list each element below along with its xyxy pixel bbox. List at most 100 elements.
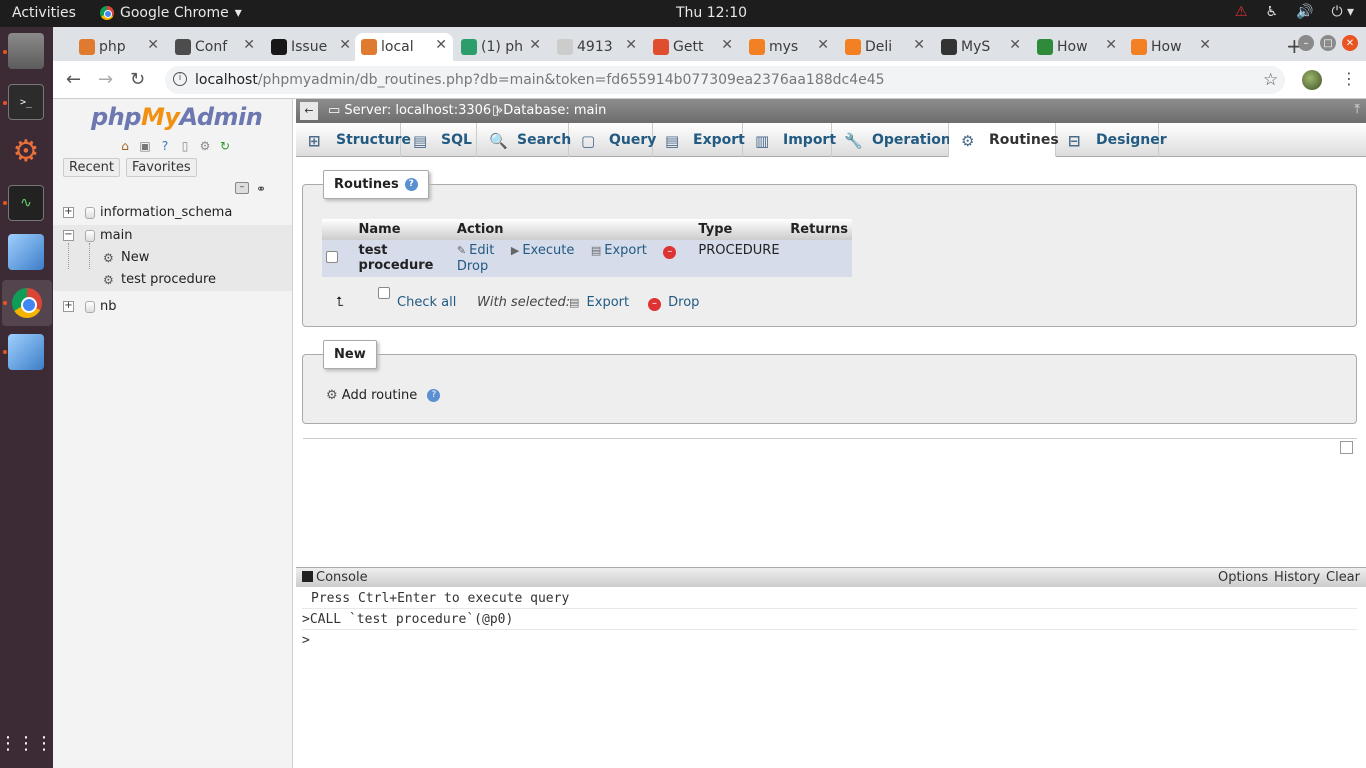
close-icon[interactable]: ✕ xyxy=(1342,35,1358,51)
settings-icon[interactable]: ⚙ xyxy=(197,138,213,154)
tree-item-label[interactable]: main xyxy=(100,228,132,243)
files-icon[interactable] xyxy=(8,33,44,69)
console-options-button[interactable]: Options xyxy=(1218,570,1268,585)
browser-tab[interactable]: php ✕ xyxy=(73,33,165,61)
info-icon[interactable]: i xyxy=(173,72,187,86)
browser-tab[interactable]: (1) ph ✕ xyxy=(455,33,547,61)
docs-icon[interactable]: ▯ xyxy=(177,138,193,154)
home-icon[interactable]: ⌂ xyxy=(117,138,133,154)
browser-tab[interactable]: 4913 ✕ xyxy=(551,33,643,61)
favorites-tab[interactable]: Favorites xyxy=(125,158,197,177)
minimize-icon[interactable]: – xyxy=(1298,35,1314,51)
close-tab-icon[interactable]: ✕ xyxy=(721,37,733,53)
browser-tab[interactable]: How ✕ xyxy=(1125,33,1217,61)
column-header-name[interactable]: Name xyxy=(354,219,453,240)
profile-avatar[interactable] xyxy=(1302,70,1322,90)
logout-icon[interactable]: ▣ xyxy=(137,138,153,154)
page-settings-icon[interactable] xyxy=(1340,441,1353,454)
tab-export[interactable]: ▤ Export xyxy=(653,123,745,157)
tree-item-information-schema[interactable]: + information_schema xyxy=(53,202,292,224)
clock[interactable]: Thu 12:10 xyxy=(676,5,747,21)
collapse-all-icon[interactable]: – xyxy=(235,182,249,194)
accessibility-icon[interactable]: ♿ xyxy=(1265,4,1278,20)
close-tab-icon[interactable]: ✕ xyxy=(1199,37,1211,53)
browser-tab[interactable]: Gett ✕ xyxy=(647,33,739,61)
power-icon[interactable]: ⏻ ▾ xyxy=(1331,4,1354,20)
close-tab-icon[interactable]: ✕ xyxy=(1009,37,1021,53)
collapse-top-icon[interactable]: ⤒ xyxy=(1354,102,1360,117)
collapse-icon[interactable]: − xyxy=(63,230,74,241)
expand-icon[interactable]: + xyxy=(63,207,74,218)
console-title[interactable]: Console xyxy=(316,570,368,585)
close-tab-icon[interactable]: ✕ xyxy=(435,37,447,53)
tab-operations[interactable]: 🔧 Operations xyxy=(832,123,959,157)
reload-icon[interactable]: ↻ xyxy=(217,138,233,154)
tree-item-test-procedure[interactable]: ⚙ test procedure xyxy=(53,269,292,291)
help-icon[interactable]: ? xyxy=(404,178,418,191)
tree-item-label[interactable]: test procedure xyxy=(121,272,216,287)
check-all-checkbox[interactable] xyxy=(378,287,390,303)
console-history-button[interactable]: History xyxy=(1274,570,1320,585)
maximize-icon[interactable]: □ xyxy=(1320,35,1336,51)
tab-routines[interactable]: ⚙ Routines xyxy=(949,123,1059,157)
browser-tab[interactable]: mys ✕ xyxy=(743,33,835,61)
close-tab-icon[interactable]: ✕ xyxy=(339,37,351,53)
execute-link[interactable]: ▶ Execute xyxy=(511,243,574,258)
volume-icon[interactable]: 🔊 xyxy=(1296,4,1313,20)
close-tab-icon[interactable]: ✕ xyxy=(243,37,255,53)
breadcrumb-database[interactable]: ▯ Database: main xyxy=(492,103,606,118)
virtualbox-icon[interactable] xyxy=(8,334,44,370)
address-bar[interactable]: i localhost/phpmyadmin/db_routines.php?d… xyxy=(165,66,1285,94)
column-header-type[interactable]: Type xyxy=(694,219,787,240)
settings-icon[interactable]: ⚙ xyxy=(8,133,44,169)
tree-item-label[interactable]: nb xyxy=(100,299,117,314)
browser-tab[interactable]: local ✕ xyxy=(355,33,453,61)
close-tab-icon[interactable]: ✕ xyxy=(529,37,541,53)
bookmark-star-icon[interactable]: ☆ xyxy=(1263,70,1278,90)
edit-link[interactable]: ✎ Edit xyxy=(457,243,494,258)
forward-icon[interactable]: → xyxy=(98,69,113,90)
phpmyadmin-logo[interactable]: phpMyAdmin xyxy=(91,103,263,131)
browser-tab[interactable]: Issue ✕ xyxy=(265,33,357,61)
terminal-icon[interactable]: >_ xyxy=(8,84,44,120)
breadcrumb-server[interactable]: ▭ Server: localhost:3306 » xyxy=(328,103,503,118)
activities-button[interactable]: Activities xyxy=(12,5,76,21)
tab-designer[interactable]: ⊟ Designer xyxy=(1056,123,1167,157)
system-monitor-icon[interactable]: ∿ xyxy=(8,185,44,221)
close-tab-icon[interactable]: ✕ xyxy=(625,37,637,53)
tab-import[interactable]: ▥ Import xyxy=(743,123,836,157)
menu-kebab-icon[interactable]: ⋮ xyxy=(1341,69,1357,88)
console-header[interactable]: Console Options History Clear xyxy=(296,567,1366,587)
tree-item-label[interactable]: New xyxy=(121,250,149,265)
link-icon[interactable]: ⚭ xyxy=(256,182,266,196)
close-tab-icon[interactable]: ✕ xyxy=(1105,37,1117,53)
close-tab-icon[interactable]: ✕ xyxy=(817,37,829,53)
virtualbox-icon[interactable] xyxy=(8,234,44,270)
tree-item-new-routine[interactable]: ⚙ New xyxy=(53,243,292,291)
bulk-drop-button[interactable]: – Drop xyxy=(648,295,699,311)
tab-sql[interactable]: ▤ SQL xyxy=(401,123,477,157)
tab-query[interactable]: ▢ Query xyxy=(569,123,656,157)
back-icon[interactable]: ← xyxy=(66,69,81,90)
chrome-launcher[interactable] xyxy=(2,280,52,326)
close-tab-icon[interactable]: ✕ xyxy=(913,37,925,53)
add-routine-link[interactable]: ⚙ Add routine ? xyxy=(326,388,441,403)
bulk-export-button[interactable]: ▤ Export xyxy=(569,295,629,310)
tab-search[interactable]: 🔍 Search xyxy=(477,123,571,157)
tab-structure[interactable]: ⊞ Structure xyxy=(296,123,411,157)
show-applications-icon[interactable]: ⋮⋮⋮ xyxy=(0,725,53,761)
warning-icon[interactable]: ⚠ xyxy=(1235,4,1248,20)
console-input[interactable]: > xyxy=(302,631,1357,650)
console-clear-button[interactable]: Clear xyxy=(1326,570,1360,585)
console-query-line[interactable]: >CALL `test procedure`(@p0) xyxy=(302,610,1357,630)
browser-tab[interactable]: MyS ✕ xyxy=(935,33,1027,61)
recent-tab[interactable]: Recent xyxy=(63,158,120,177)
row-checkbox[interactable] xyxy=(326,251,338,263)
expand-icon[interactable]: + xyxy=(63,301,74,312)
close-tab-icon[interactable]: ✕ xyxy=(147,37,159,53)
browser-tab[interactable]: How ✕ xyxy=(1031,33,1123,61)
tree-item-nb[interactable]: + nb xyxy=(53,296,292,318)
check-all-label[interactable]: Check all xyxy=(397,295,456,310)
tree-item-label[interactable]: information_schema xyxy=(100,205,232,220)
reload-icon[interactable]: ↻ xyxy=(130,69,145,90)
